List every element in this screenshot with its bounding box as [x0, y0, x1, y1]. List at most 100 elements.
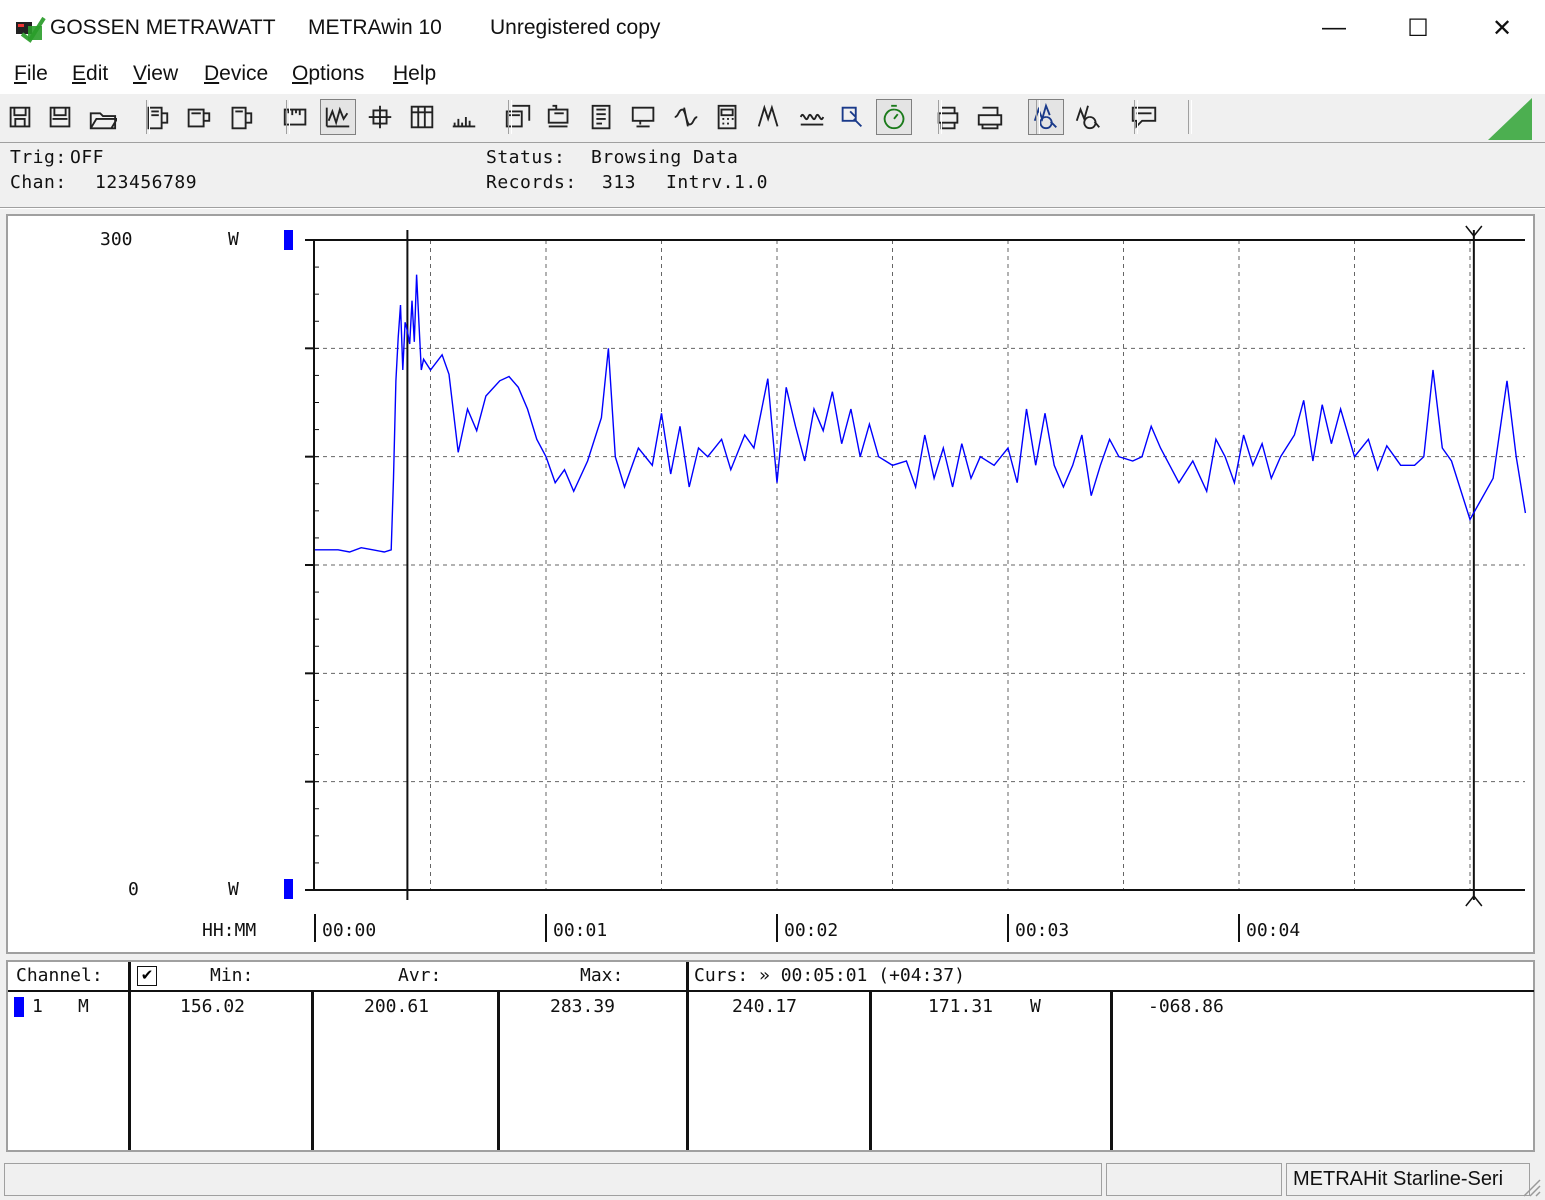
x-axis-label: HH:MM	[202, 920, 256, 941]
menu-file[interactable]: File	[14, 62, 48, 86]
signal-indicator-icon	[1488, 98, 1532, 140]
toolbar-device-send-button[interactable]	[222, 99, 258, 135]
toolbar-crosshair-button[interactable]	[362, 99, 398, 135]
toolbar-zoom-in-button[interactable]	[1028, 99, 1064, 135]
menu-device[interactable]: Device	[204, 62, 268, 86]
menu-view[interactable]: View	[133, 62, 178, 86]
chart-cursors	[406, 225, 1483, 907]
toolbar-zoom-out-button[interactable]	[1070, 99, 1106, 135]
records-value: 313	[602, 172, 637, 193]
row-cursor2: 171.31	[928, 996, 994, 1017]
calculator-icon	[717, 104, 737, 130]
title-bar[interactable]: GOSSEN METRAWATT METRAwin 10 Unregistere…	[0, 0, 1545, 56]
print-icon	[977, 106, 1003, 130]
resize-grip-icon[interactable]	[1520, 1176, 1542, 1198]
license-title: Unregistered copy	[490, 16, 661, 39]
check-icon: ✔	[140, 967, 154, 984]
toolbar-cursor-zoom-button[interactable]	[834, 99, 870, 135]
wave-view-icon	[325, 106, 350, 128]
maximize-button[interactable]: ☐	[1376, 0, 1460, 56]
pattern-icon	[799, 113, 825, 126]
row-unit: W	[1030, 996, 1041, 1017]
close-icon: ✕	[1491, 14, 1513, 42]
menu-help-key: H	[393, 62, 409, 85]
list-icon	[591, 104, 611, 130]
toolbar-monitor-button[interactable]	[626, 99, 662, 135]
app-title: METRAwin 10	[308, 16, 442, 39]
channel-visible-checkbox[interactable]: ✔	[137, 966, 157, 986]
x-tick-label: 00:04	[1246, 920, 1300, 941]
x-tick-label: 00:00	[322, 920, 376, 941]
toolbar-formula-button[interactable]	[668, 99, 704, 135]
open-icon	[89, 112, 117, 130]
toolbar-calculator-button[interactable]	[710, 99, 746, 135]
menu-options-key: O	[292, 62, 309, 85]
x-tick-labels: 00:00 00:01 00:02 00:03 00:04	[314, 914, 1300, 942]
toolbar-print-preview-button[interactable]	[930, 99, 966, 135]
table-header-divider	[8, 990, 1534, 992]
row-max: 283.39	[550, 996, 616, 1017]
series-line	[315, 274, 1527, 553]
y-min-label: 0	[128, 879, 139, 900]
toolbar-filter-button[interactable]	[752, 99, 788, 135]
max-header: Max:	[580, 965, 624, 986]
menu-edit[interactable]: Edit	[72, 62, 108, 86]
menu-device-key: D	[204, 62, 220, 85]
menu-edit-label: dit	[86, 62, 109, 85]
x-tick-label: 00:03	[1015, 920, 1069, 941]
filter-icon	[757, 104, 779, 127]
y-min-channel-marker	[284, 879, 293, 899]
cursor-zoom-icon	[841, 106, 863, 128]
toolbar-histogram-button[interactable]	[446, 99, 482, 135]
table-view-icon	[410, 105, 434, 129]
status-value: Browsing Data	[591, 147, 739, 168]
menu-help[interactable]: Help	[393, 62, 436, 86]
chan-label: Chan:	[10, 172, 67, 193]
toolbar-pattern-button[interactable]	[794, 99, 830, 135]
y-max-channel-marker	[284, 230, 293, 250]
toolbar-open-button[interactable]	[84, 99, 120, 135]
toolbar-device-config-button[interactable]	[180, 99, 216, 135]
menu-options-label: ptions	[308, 62, 365, 85]
toolbar-device-read-button[interactable]	[138, 99, 174, 135]
row-channel: 1	[32, 996, 43, 1017]
crosshair-icon	[368, 105, 392, 129]
toolbar-wave-view-button[interactable]	[320, 99, 356, 135]
toolbar-separator	[1134, 100, 1138, 134]
channel-table	[6, 960, 1535, 1152]
toolbar-save-as-button[interactable]	[42, 99, 78, 135]
power-chart[interactable]: 300 W 0 W HH:MM 00:00 00:01 00:02 00:03 00:0…	[8, 216, 1533, 952]
toolbar-separator	[1036, 100, 1040, 134]
menu-options[interactable]: Options	[292, 62, 364, 86]
col-divider	[686, 962, 689, 1150]
minimize-button[interactable]: —	[1292, 0, 1376, 56]
chan-value: 123456789	[95, 172, 198, 193]
toolbar-separator	[508, 100, 512, 134]
menu-help-label: elp	[408, 62, 437, 85]
interval-value: 1.0	[734, 172, 769, 193]
toolbar-list-button[interactable]	[584, 99, 620, 135]
save-icon	[9, 106, 31, 128]
toolbar-settings-button[interactable]	[542, 99, 578, 135]
cursor-header: Curs: » 00:05:01 (+04:37)	[694, 965, 965, 986]
status-panel-device: METRAHit Starline-Seri	[1286, 1163, 1530, 1196]
vendor-title: GOSSEN METRAWATT	[50, 16, 276, 39]
channel-header: Channel:	[16, 965, 103, 986]
interval-label: Intrv.	[666, 172, 735, 193]
toolbar-window-button[interactable]	[500, 99, 536, 135]
toolbar-print-button[interactable]	[972, 99, 1008, 135]
toolbar-message-button[interactable]	[1126, 99, 1162, 135]
toolbar-scale-button[interactable]	[278, 99, 314, 135]
toolbar-table-view-button[interactable]	[404, 99, 440, 135]
row-min: 156.02	[180, 996, 246, 1017]
toolbar-timer-button[interactable]	[876, 99, 912, 135]
col-divider	[311, 990, 314, 1150]
zoom-out-icon	[1075, 105, 1100, 130]
menu-view-key: V	[133, 62, 147, 85]
avr-header: Avr:	[398, 965, 442, 986]
app-logo-icon	[16, 16, 46, 43]
toolbar-save-button[interactable]	[2, 99, 38, 135]
minimize-icon: —	[1322, 14, 1346, 41]
close-button[interactable]: ✕	[1460, 0, 1544, 56]
x-tick-label: 00:02	[784, 920, 838, 941]
